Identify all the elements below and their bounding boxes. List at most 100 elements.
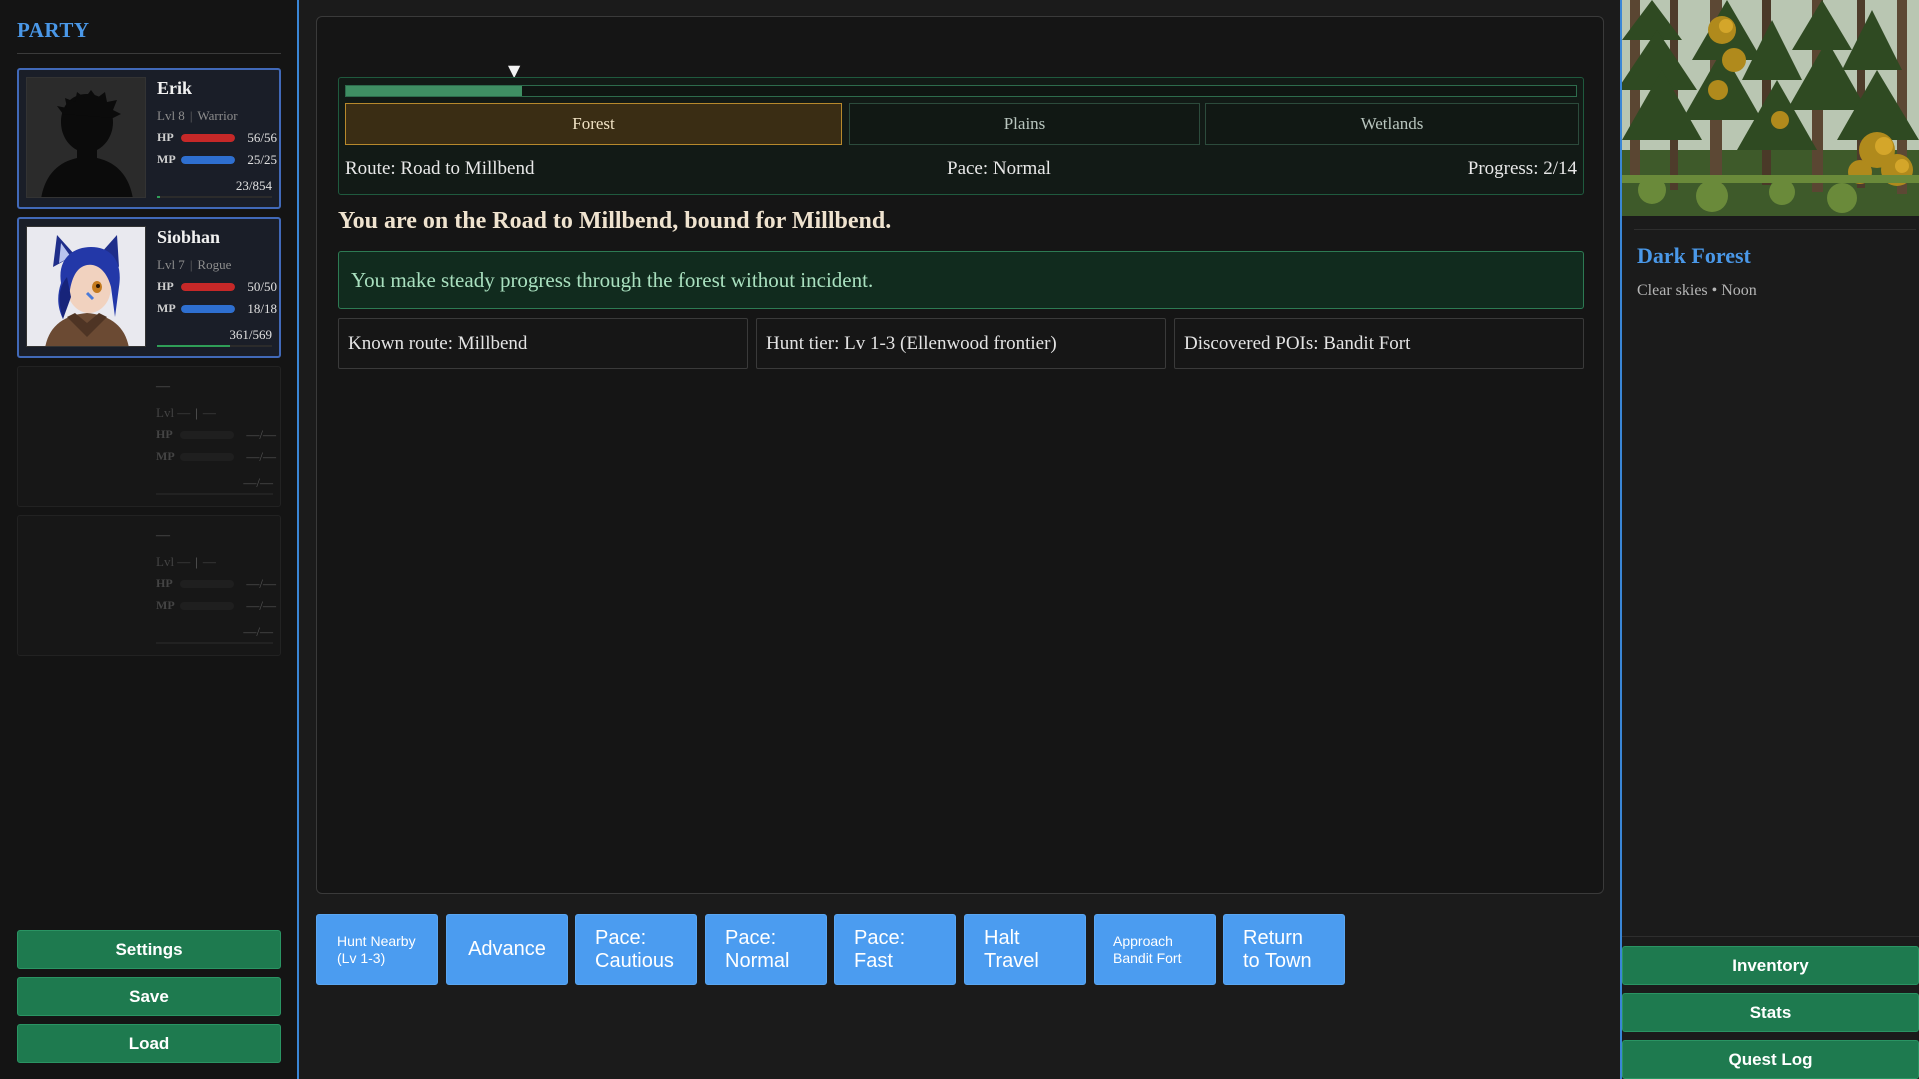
mp-bar: [180, 602, 234, 610]
xp-bar: [157, 345, 272, 347]
hp-label: HP: [157, 279, 174, 293]
hp-value: 56/56: [247, 130, 277, 145]
member-name: —: [156, 528, 170, 543]
location-panel: Dark Forest Clear skies • Noon Inventory…: [1620, 0, 1919, 1079]
biome-tab-wetlands[interactable]: Wetlands: [1205, 103, 1579, 145]
settings-button[interactable]: Settings: [17, 930, 281, 969]
route-label: Route: Road to Millbend: [345, 158, 535, 179]
location-name: Dark Forest: [1637, 243, 1751, 268]
quest-log-button[interactable]: Quest Log: [1622, 1040, 1919, 1079]
hp-row: HP 56/56: [157, 130, 277, 146]
hp-row: HP —/—: [156, 427, 276, 443]
dark-forest-scene-image: [1622, 0, 1919, 216]
biome-tab-forest[interactable]: Forest: [345, 103, 842, 145]
travel-progress-bar: [345, 85, 1577, 97]
pace-cautious-button[interactable]: Pace: Cautious: [575, 914, 697, 985]
hp-bar: [181, 283, 235, 291]
portrait-empty: [25, 374, 145, 495]
member-name: Siobhan: [157, 227, 221, 247]
member-level: Lvl —: [156, 554, 191, 569]
mp-bar: [180, 453, 234, 461]
party-divider: [17, 53, 281, 54]
member-class: Warrior: [197, 108, 238, 123]
member-name: —: [156, 379, 170, 394]
hp-label: HP: [156, 427, 173, 441]
member-class: —: [202, 554, 216, 569]
member-level-class: Lvl 7 | Rogue: [157, 257, 232, 272]
hp-value: —/—: [246, 576, 276, 591]
hunt-nearby-button[interactable]: Hunt Nearby (Lv 1-3): [316, 914, 438, 985]
party-title: PARTY: [17, 18, 90, 42]
party-panel: PARTY Erik Lvl 8 | Warrior HP 56/56 MP 25/…: [0, 0, 299, 1079]
travel-box: Forest Plains Wetlands Route: Road to Mi…: [338, 77, 1584, 195]
halt-travel-button[interactable]: Halt Travel: [964, 914, 1086, 985]
stats-button[interactable]: Stats: [1622, 993, 1919, 1032]
mp-row: MP 18/18: [157, 301, 277, 317]
hp-bar: [180, 431, 234, 439]
xp-bar: [157, 196, 272, 198]
pace-label: Pace: Normal: [947, 158, 1051, 179]
portrait-siobhan: [26, 226, 146, 347]
mp-value: 18/18: [247, 301, 277, 316]
xp-bar: [156, 493, 273, 495]
inventory-button[interactable]: Inventory: [1622, 946, 1919, 985]
right-divider: [1622, 936, 1919, 937]
hp-label: HP: [157, 130, 174, 144]
member-level-class: Lvl — | —: [156, 554, 216, 569]
save-button[interactable]: Save: [17, 977, 281, 1016]
member-level: Lvl 7: [157, 257, 185, 272]
xp-value: 23/854: [235, 178, 272, 193]
hunt-tier-box: Hunt tier: Lv 1-3 (Ellenwood frontier): [756, 318, 1166, 369]
hp-value: —/—: [246, 427, 276, 442]
mp-label: MP: [156, 449, 175, 463]
return-to-town-button[interactable]: Return to Town: [1223, 914, 1345, 985]
xp-bar: [156, 642, 273, 644]
hp-bar: [181, 134, 235, 142]
party-member-card-erik[interactable]: Erik Lvl 8 | Warrior HP 56/56 MP 25/25 23/…: [17, 68, 281, 209]
location-conditions: Clear skies • Noon: [1637, 282, 1757, 299]
hp-row: HP 50/50: [157, 279, 277, 295]
mp-value: —/—: [246, 598, 276, 613]
discovered-pois-box: Discovered POIs: Bandit Fort: [1174, 318, 1584, 369]
member-name: Erik: [157, 78, 193, 98]
portrait-erik: [26, 77, 146, 198]
hp-label: HP: [156, 576, 173, 590]
member-level: Lvl 8: [157, 108, 185, 123]
xp-value: —/—: [243, 624, 273, 639]
event-message: You make steady progress through the for…: [338, 251, 1584, 309]
catgirl-portrait-icon: [27, 227, 145, 346]
portrait-empty: [25, 523, 145, 644]
pace-normal-button[interactable]: Pace: Normal: [705, 914, 827, 985]
main-panel: ▼ Forest Plains Wetlands Route: Road to …: [316, 16, 1604, 894]
mp-label: MP: [156, 598, 175, 612]
load-button[interactable]: Load: [17, 1024, 281, 1063]
member-level-class: Lvl — | —: [156, 405, 216, 420]
mp-bar: [181, 305, 235, 313]
mp-row: MP —/—: [156, 449, 276, 465]
xp-value: 361/569: [229, 327, 272, 342]
mp-row: MP 25/25: [157, 152, 277, 168]
xp-value: —/—: [243, 475, 273, 490]
progress-label: Progress: 2/14: [1467, 158, 1577, 179]
party-member-card-siobhan[interactable]: Siobhan Lvl 7 | Rogue HP 50/50 MP 18/18 36…: [17, 217, 281, 358]
mp-value: 25/25: [247, 152, 277, 167]
mp-label: MP: [157, 301, 176, 315]
hp-row: HP —/—: [156, 576, 276, 592]
silhouette-portrait-icon: [27, 78, 145, 197]
approach-bandit-fort-button[interactable]: Approach Bandit Fort: [1094, 914, 1216, 985]
known-route-box: Known route: Millbend: [338, 318, 748, 369]
biome-tab-plains[interactable]: Plains: [849, 103, 1200, 145]
advance-button[interactable]: Advance: [446, 914, 568, 985]
mp-label: MP: [157, 152, 176, 166]
party-slot-empty[interactable]: — Lvl — | — HP —/— MP —/— —/—: [17, 366, 281, 507]
mp-row: MP —/—: [156, 598, 276, 614]
member-level-class: Lvl 8 | Warrior: [157, 108, 238, 123]
hp-bar: [180, 580, 234, 588]
pace-fast-button[interactable]: Pace: Fast: [834, 914, 956, 985]
hp-value: 50/50: [247, 279, 277, 294]
mp-value: —/—: [246, 449, 276, 464]
forest-scene-icon: [1622, 0, 1919, 216]
travel-headline: You are on the Road to Millbend, bound f…: [338, 208, 892, 234]
party-slot-empty[interactable]: — Lvl — | — HP —/— MP —/— —/—: [17, 515, 281, 656]
location-divider: [1634, 229, 1916, 230]
